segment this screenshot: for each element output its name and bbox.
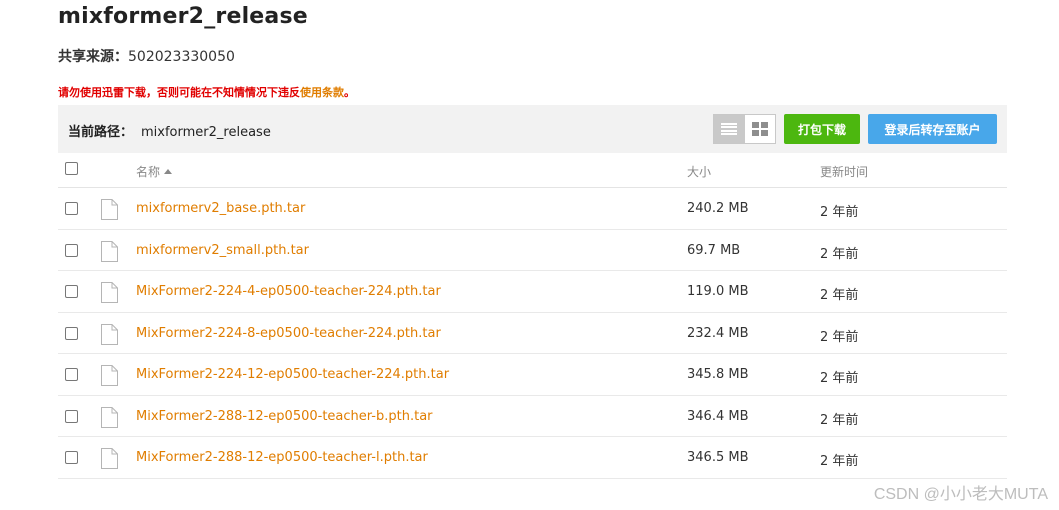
file-size: 119.0 MB <box>687 284 749 299</box>
select-all-checkbox[interactable] <box>65 162 78 175</box>
row-checkbox[interactable] <box>65 368 78 381</box>
sort-asc-icon <box>164 169 173 174</box>
table-row: MixFormer2-288-12-ep0500-teacher-l.pth.t… <box>58 437 1007 479</box>
file-name-link[interactable]: MixFormer2-224-12-ep0500-teacher-224.pth… <box>136 367 449 382</box>
file-name-link[interactable]: MixFormer2-288-12-ep0500-teacher-b.pth.t… <box>136 409 433 424</box>
row-checkbox[interactable] <box>65 451 78 464</box>
table-row: MixFormer2-288-12-ep0500-teacher-b.pth.t… <box>58 396 1007 437</box>
list-view-button[interactable] <box>714 115 745 143</box>
login-save-button[interactable]: 登录后转存至账户 <box>868 114 997 144</box>
view-toggle <box>713 114 776 144</box>
file-icon <box>101 282 118 303</box>
file-updated-time: 2 年前 <box>820 205 859 220</box>
column-name-header[interactable]: 名称 <box>136 163 173 180</box>
file-size: 346.4 MB <box>687 408 749 424</box>
file-name-link[interactable]: mixformerv2_small.pth.tar <box>136 243 309 258</box>
table-row: MixFormer2-224-12-ep0500-teacher-224.pth… <box>58 354 1007 396</box>
current-path: 当前路径： mixformer2_release <box>68 121 271 140</box>
row-checkbox[interactable] <box>65 285 78 298</box>
file-updated-time: 2 年前 <box>820 288 859 303</box>
file-icon <box>101 240 118 262</box>
table-header: 名称 大小 更新时间 <box>58 153 1007 188</box>
table-row: MixFormer2-224-8-ep0500-teacher-224.pth.… <box>58 313 1007 354</box>
file-updated-time: 2 年前 <box>820 371 859 386</box>
file-size: 240.2 MB <box>687 201 749 216</box>
grid-view-button[interactable] <box>745 115 776 143</box>
share-source-value: 502023330050 <box>128 49 235 65</box>
file-size: 345.8 MB <box>687 367 749 382</box>
table-row: MixFormer2-224-4-ep0500-teacher-224.pth.… <box>58 271 1007 313</box>
file-icon <box>101 199 118 220</box>
share-source: 共享来源：502023330050 <box>58 46 235 66</box>
column-name-label: 名称 <box>136 165 161 179</box>
path-bar: 当前路径： mixformer2_release 打包下载 登录后转存至账户 <box>58 105 1007 153</box>
file-name-link[interactable]: MixFormer2-288-12-ep0500-teacher-l.pth.t… <box>136 450 428 465</box>
file-name-link[interactable]: MixFormer2-224-8-ep0500-teacher-224.pth.… <box>136 326 441 341</box>
pack-download-button[interactable]: 打包下载 <box>784 114 860 144</box>
page-title: mixformer2_release <box>58 4 308 29</box>
grid-icon <box>751 122 768 136</box>
list-icon <box>721 123 738 135</box>
file-icon <box>101 365 118 386</box>
terms-link[interactable]: 使用条款 <box>300 86 344 99</box>
download-warning: 请勿使用迅雷下载，否则可能在不知情情况下违反使用条款。 <box>58 84 355 100</box>
file-icon <box>101 448 118 469</box>
file-size: 232.4 MB <box>687 325 749 341</box>
file-name-link[interactable]: mixformerv2_base.pth.tar <box>136 201 305 216</box>
file-size: 346.5 MB <box>687 450 749 465</box>
file-size: 69.7 MB <box>687 242 741 258</box>
table-row: mixformerv2_base.pth.tar 240.2 MB 2 年前 <box>58 188 1007 230</box>
file-updated-time: 2 年前 <box>820 329 859 345</box>
file-updated-time: 2 年前 <box>820 454 859 469</box>
file-updated-time: 2 年前 <box>820 412 859 428</box>
file-name-link[interactable]: MixFormer2-224-4-ep0500-teacher-224.pth.… <box>136 284 441 299</box>
file-updated-time: 2 年前 <box>820 246 859 262</box>
warning-text: 请勿使用迅雷下载，否则可能在不知情情况下违反 <box>58 86 300 99</box>
file-table: 名称 大小 更新时间 mixformerv2_base.pth.tar 240.… <box>58 153 1007 479</box>
file-icon <box>101 406 118 428</box>
csdn-watermark: CSDN @小小老大MUTA <box>873 486 1048 503</box>
current-path-label: 当前路径： <box>68 125 134 140</box>
file-icon <box>101 323 118 345</box>
row-checkbox[interactable] <box>65 202 78 215</box>
current-path-value: mixformer2_release <box>141 125 271 140</box>
warning-suffix: 。 <box>344 86 355 99</box>
row-checkbox[interactable] <box>65 326 78 340</box>
column-time-header: 更新时间 <box>820 165 869 179</box>
table-row: mixformerv2_small.pth.tar 69.7 MB 2 年前 <box>58 230 1007 271</box>
share-source-label: 共享来源： <box>58 49 128 65</box>
row-checkbox[interactable] <box>65 243 78 257</box>
row-checkbox[interactable] <box>65 409 78 423</box>
column-size-header: 大小 <box>687 165 712 179</box>
